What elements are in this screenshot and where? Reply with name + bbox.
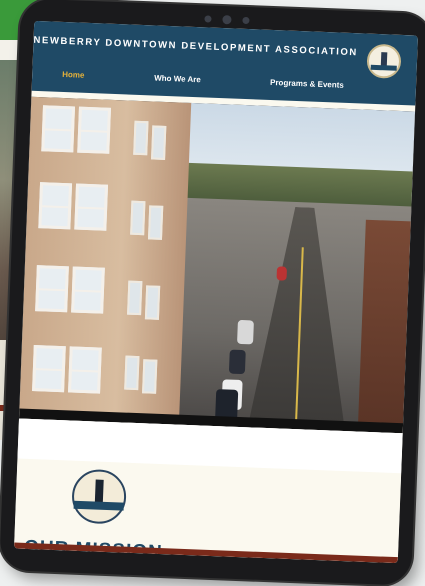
org-name[interactable]: NEWBERRY DOWNTOWN DEVELOPMENT ASSOCIATIO… — [33, 35, 358, 58]
clock-tower-emblem-icon — [71, 468, 128, 525]
side-window — [142, 359, 158, 394]
footer-accent-strip — [14, 542, 398, 564]
ribbon-shape — [73, 500, 124, 511]
site-header: NEWBERRY DOWNTOWN DEVELOPMENT ASSOCIATIO… — [31, 20, 418, 106]
tablet-camera — [200, 13, 260, 25]
building-window — [38, 182, 73, 230]
building-window — [74, 183, 109, 231]
side-window — [130, 200, 146, 236]
mission-section: OUR MISSION — [14, 418, 403, 564]
camera-dot — [242, 16, 250, 25]
clock-tower-logo-icon[interactable] — [366, 43, 402, 79]
side-window — [133, 120, 149, 156]
building-window — [35, 265, 69, 313]
nav-home[interactable]: Home — [62, 70, 85, 80]
car — [228, 349, 246, 375]
nav-who-we-are[interactable]: Who We Are — [154, 73, 201, 84]
side-window — [124, 355, 140, 391]
brick-building — [19, 96, 192, 418]
car — [237, 319, 254, 345]
car — [276, 266, 288, 281]
right-storefronts — [358, 219, 411, 427]
hero-video[interactable] — [19, 96, 416, 427]
side-window — [144, 285, 161, 320]
nav-programs-events[interactable]: Programs & Events — [270, 78, 344, 90]
building-window — [32, 345, 66, 393]
ribbon-shape — [370, 64, 397, 71]
building-window — [71, 266, 105, 314]
side-window — [151, 125, 167, 160]
camera-lens — [222, 15, 232, 25]
tower-shape — [94, 479, 104, 504]
building-window — [68, 346, 102, 394]
side-window — [127, 280, 143, 316]
tablet-device: NEWBERRY DOWNTOWN DEVELOPMENT ASSOCIATIO… — [0, 0, 425, 586]
main-menu: Home Who We Are Programs & Events — [32, 69, 416, 102]
side-window — [147, 205, 164, 240]
tablet-screen: NEWBERRY DOWNTOWN DEVELOPMENT ASSOCIATIO… — [14, 20, 418, 564]
building-window — [41, 105, 76, 153]
building-window — [77, 106, 111, 154]
camera-dot — [204, 15, 212, 23]
